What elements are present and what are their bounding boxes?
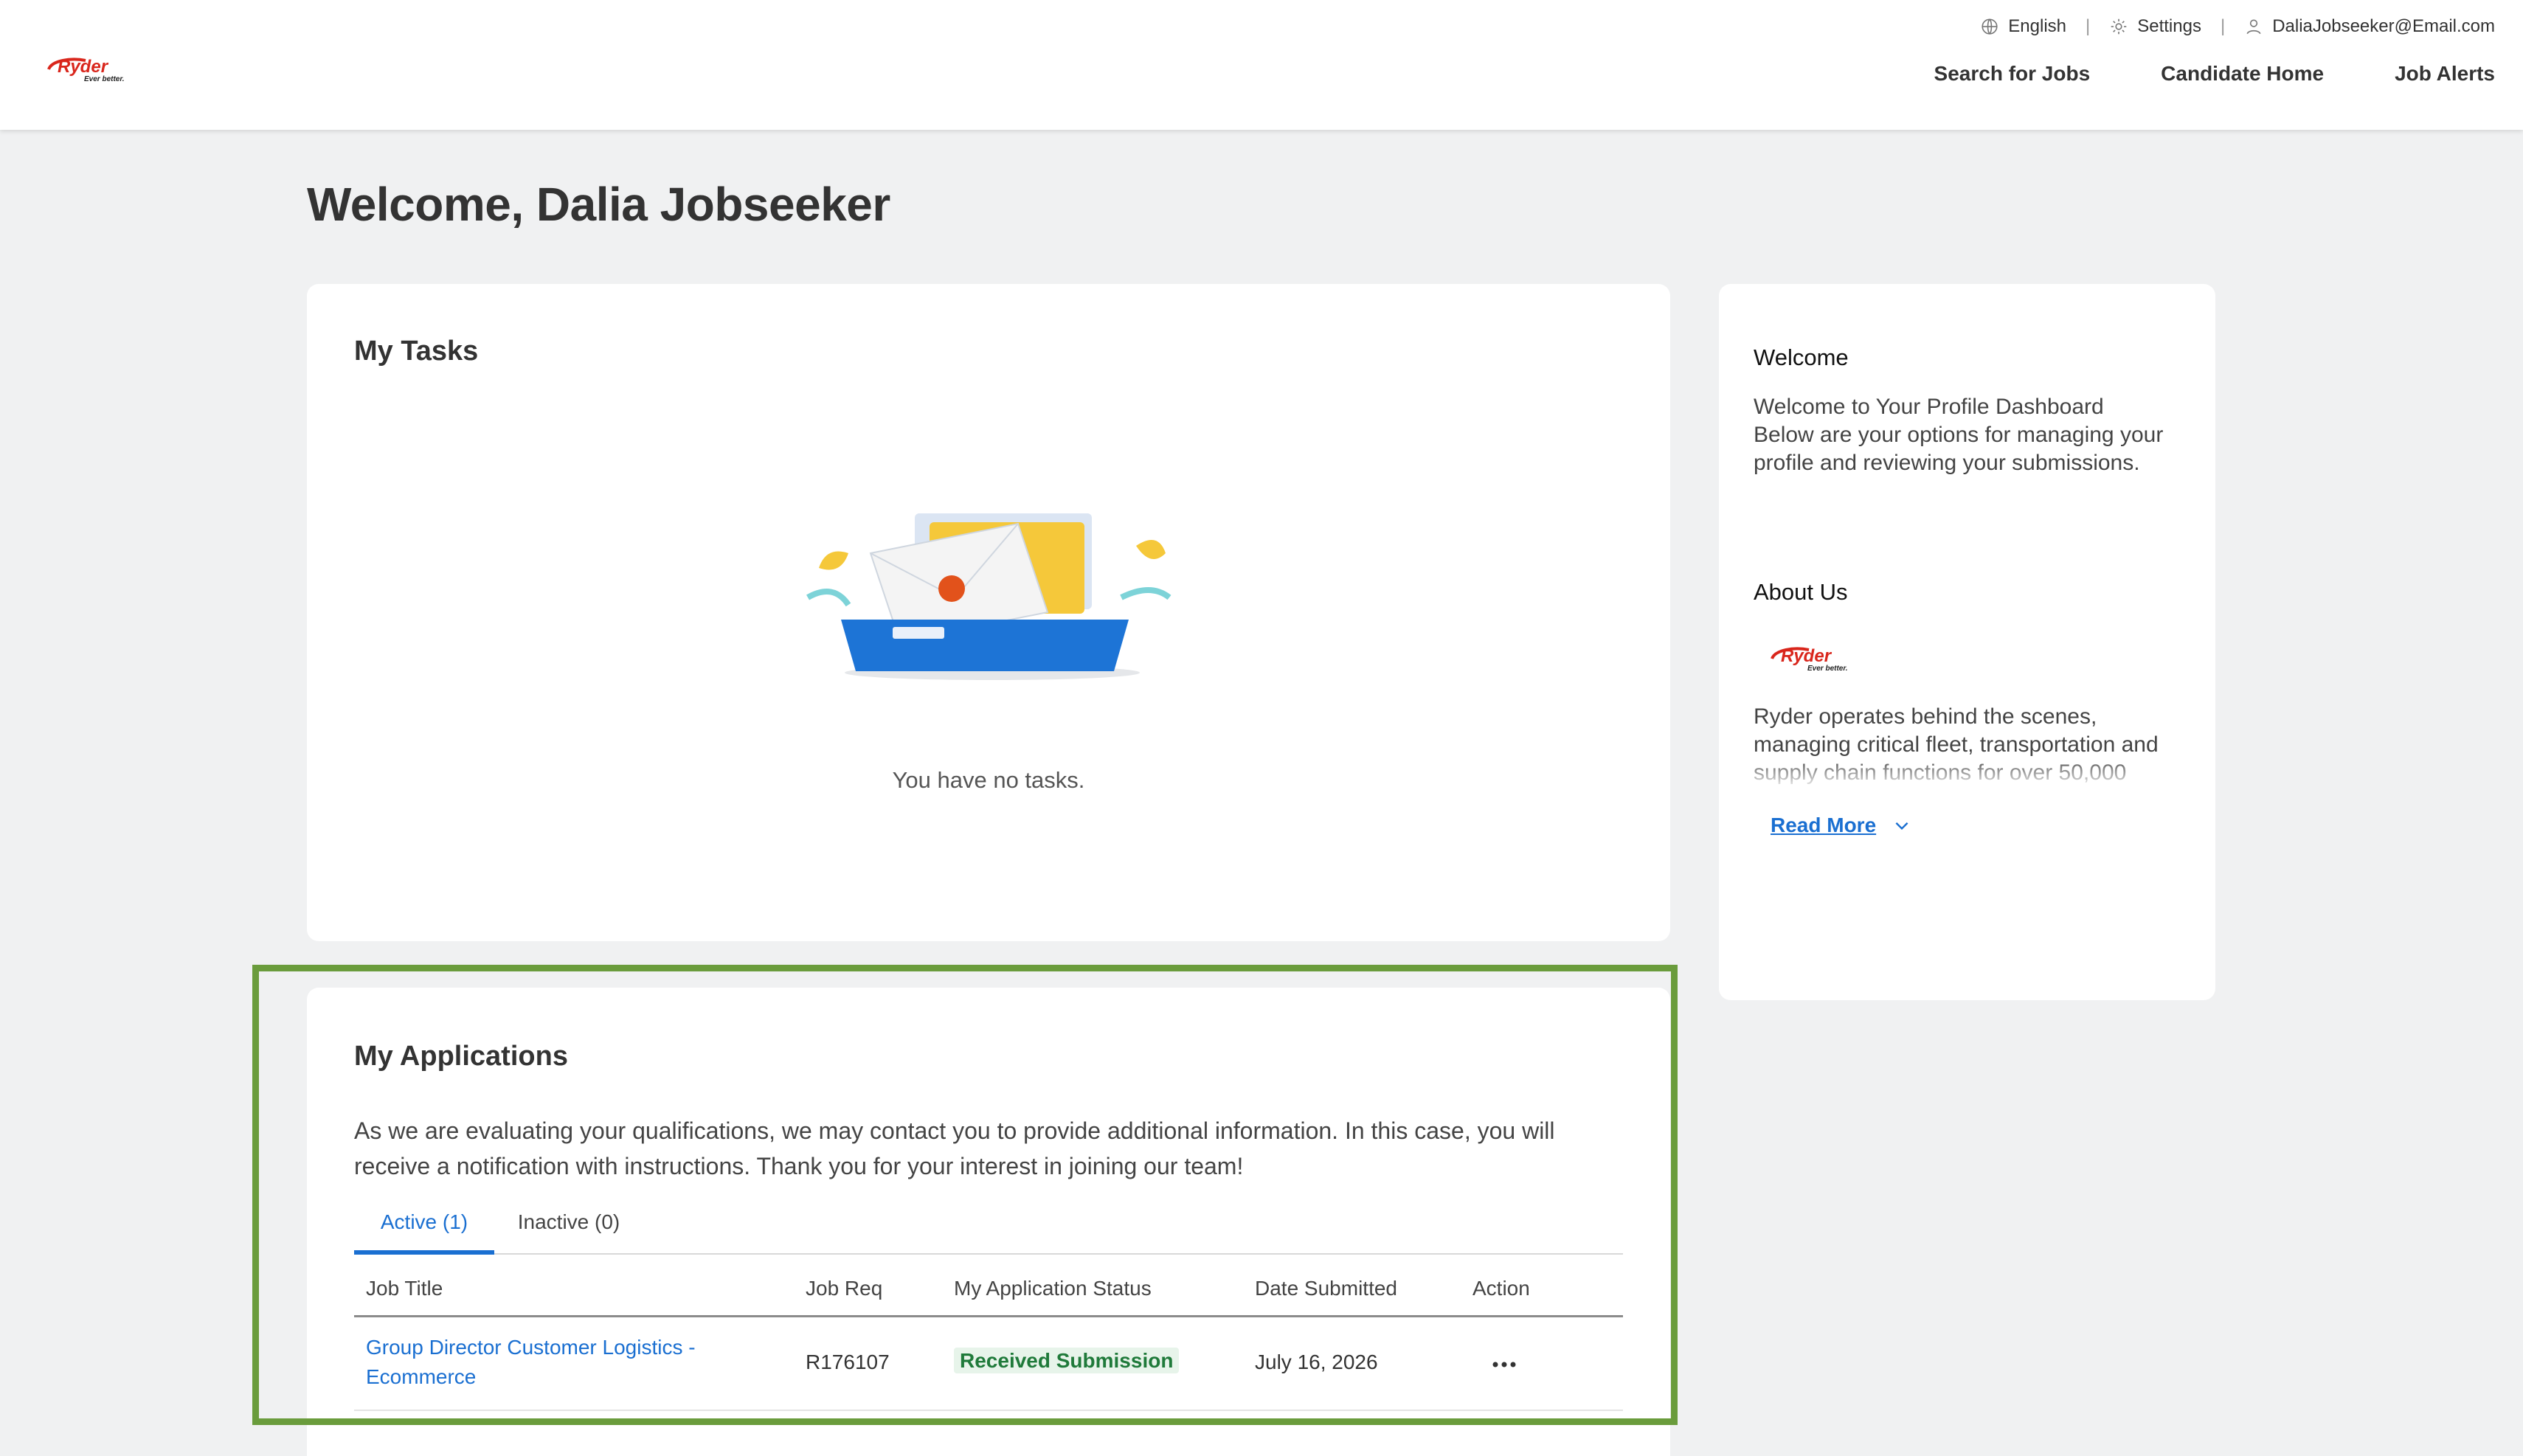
column-header-job-req: Job Req [806, 1277, 883, 1300]
column-header-date-submitted: Date Submitted [1255, 1277, 1397, 1300]
user-icon [2246, 19, 2261, 35]
table-row-divider [354, 1410, 1623, 1411]
language-label: English [2008, 16, 2066, 36]
table-header-divider [354, 1315, 1623, 1317]
read-more-button[interactable]: Read More [1771, 814, 1911, 837]
logo-tagline: Ever better. [1807, 665, 1847, 673]
my-tasks-card: My Tasks You have no tasks. [307, 284, 1670, 941]
nav-job-alerts[interactable]: Job Alerts [2395, 62, 2495, 86]
my-applications-heading: My Applications [354, 1041, 568, 1072]
page-title: Welcome, Dalia Jobseeker [307, 178, 890, 231]
tab-active[interactable]: Active (1) [354, 1202, 494, 1255]
settings-label: Settings [2137, 16, 2201, 36]
applications-tabs: Active (1) Inactive (0) [354, 1202, 1623, 1255]
applications-description: As we are evaluating your qualifications… [354, 1117, 1555, 1179]
welcome-text: Welcome to Your Profile Dashboard Below … [1754, 395, 2164, 475]
column-header-status: My Application Status [954, 1277, 1152, 1300]
empty-inbox-illustration [806, 513, 1171, 680]
status-cell: Received Submission [954, 1348, 1180, 1373]
separator: | [2086, 16, 2091, 36]
logo-wordmark: Ryder [1781, 646, 1832, 666]
globe-icon [1982, 18, 1998, 35]
logo-wordmark: Ryder [58, 57, 109, 77]
read-more-label: Read More [1771, 814, 1877, 836]
about-us-heading: About Us [1754, 579, 1848, 605]
my-tasks-heading: My Tasks [354, 336, 479, 367]
ryder-logo[interactable]: Ryder Ever better. [41, 53, 148, 86]
language-selector[interactable]: English [1980, 16, 2066, 37]
more-horizontal-icon[interactable] [1486, 1353, 1523, 1376]
text-fade [1754, 756, 2181, 788]
utility-nav: English | Settings | DaliaJobseeker@Emai… [1980, 15, 2495, 38]
date-submitted-value: July 16, 2026 [1255, 1351, 1378, 1373]
nav-candidate-home[interactable]: Candidate Home [2161, 62, 2324, 86]
chevron-down-icon [1895, 822, 1908, 831]
gear-icon [2111, 18, 2127, 35]
separator: | [2220, 16, 2226, 36]
main-nav: Search for Jobs Candidate Home Job Alert… [1934, 62, 2495, 86]
sidebar-card: Welcome Welcome to Your Profile Dashboar… [1719, 284, 2215, 1000]
user-email: DaliaJobseeker@Email.com [2272, 16, 2495, 36]
top-header: Ryder Ever better. English | Settings | … [0, 0, 2523, 130]
ryder-logo-small: Ryder Ever better. [1771, 646, 1847, 673]
settings-link[interactable]: Settings [2109, 16, 2201, 37]
logo-tagline: Ever better. [84, 75, 124, 83]
tab-inactive[interactable]: Inactive (0) [499, 1202, 639, 1255]
job-title-link[interactable]: Group Director Customer Logistics - Ecom… [366, 1333, 750, 1392]
welcome-heading: Welcome [1754, 344, 1849, 370]
no-tasks-message: You have no tasks. [892, 767, 1085, 793]
user-account-menu[interactable]: DaliaJobseeker@Email.com [2244, 16, 2495, 37]
about-us-excerpt: Ryder operates behind the scenes, managi… [1754, 703, 2181, 788]
job-req-value: R176107 [806, 1351, 890, 1373]
my-applications-card: My Applications As we are evaluating you… [307, 988, 1670, 1456]
column-header-job-title: Job Title [366, 1277, 443, 1300]
nav-search-for-jobs[interactable]: Search for Jobs [1934, 62, 2091, 86]
status-badge: Received Submission [954, 1348, 1180, 1373]
column-header-action: Action [1472, 1277, 1530, 1300]
